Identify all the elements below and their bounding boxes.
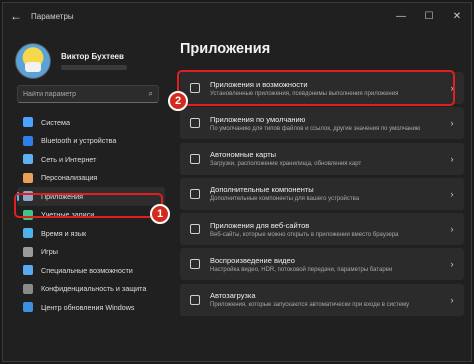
- search-box[interactable]: ⌕: [17, 85, 159, 103]
- startup-icon: [190, 294, 200, 305]
- chevron-right-icon: ›: [450, 294, 454, 305]
- sidebar-item-label: Игры: [41, 247, 58, 257]
- sidebar-item[interactable]: Bluetooth и устройства: [17, 132, 165, 151]
- maximize-button[interactable]: ☐: [415, 3, 443, 29]
- card-title: Автономные карты: [210, 150, 277, 160]
- app-title: Параметры: [31, 11, 74, 21]
- video-icon: [190, 259, 200, 270]
- settings-card[interactable]: Автономные карты Загрузки, расположение х…: [180, 142, 464, 175]
- card-subtitle: Веб-сайты, которые можно открыть в прило…: [210, 231, 399, 238]
- settings-card[interactable]: Дополнительные компоненты Дополнительные …: [180, 177, 464, 210]
- card-subtitle: Приложения, которые запускаются автомати…: [210, 302, 410, 309]
- card-text: Воспроизведение видео Настройка видео, HD…: [210, 256, 444, 273]
- sidebar-item[interactable]: Персонализация: [17, 169, 165, 188]
- sidebar-item[interactable]: Игры: [17, 243, 165, 262]
- card-text: Приложения по умолчанию По умолчанию для …: [210, 115, 444, 132]
- sidebar-item[interactable]: Система: [17, 113, 165, 132]
- settings-card[interactable]: Автозагрузка Приложения, которые запускаю…: [180, 283, 464, 316]
- sidebar-item-label: Время и язык: [41, 228, 87, 238]
- chevron-right-icon: ›: [450, 188, 454, 199]
- sidebar-item[interactable]: Центр обновления Windows: [17, 298, 165, 317]
- brush-icon: [23, 172, 33, 183]
- bluetooth-icon: [23, 135, 33, 146]
- wifi-icon: [23, 154, 33, 165]
- card-title: Приложения по умолчанию: [210, 114, 306, 124]
- step-badge-1: 1: [150, 204, 170, 224]
- minimize-button[interactable]: —: [387, 3, 415, 29]
- card-title: Воспроизведение видео: [210, 255, 295, 265]
- sidebar-item-label: Центр обновления Windows: [41, 302, 135, 312]
- card-text: Приложения для веб-сайтов Веб-сайты, кото…: [210, 221, 444, 238]
- card-title: Дополнительные компоненты: [210, 185, 314, 195]
- sidebar-item[interactable]: Время и язык: [17, 224, 165, 243]
- update-icon: [23, 302, 33, 313]
- map-icon: [190, 153, 200, 164]
- sidebar-item-label: Bluetooth и устройства: [41, 136, 117, 146]
- card-subtitle: Настройка видео, HDR, потоковой передачи…: [210, 266, 393, 273]
- sidebar-item[interactable]: Сеть и Интернет: [17, 150, 165, 169]
- settings-card[interactable]: Воспроизведение видео Настройка видео, HD…: [180, 248, 464, 281]
- globe-icon: [23, 228, 33, 239]
- close-button[interactable]: ✕: [443, 3, 471, 29]
- settings-card[interactable]: Приложения для веб-сайтов Веб-сайты, кото…: [180, 213, 464, 246]
- profile-name: Виктор Бухтеев: [61, 52, 124, 61]
- components-icon: [190, 188, 200, 199]
- window-controls: — ☐ ✕: [387, 3, 471, 29]
- profile-email-redacted: [61, 65, 127, 70]
- sidebar-item-label: Система: [41, 117, 70, 127]
- accessibility-icon: [23, 265, 33, 276]
- back-button[interactable]: ←: [3, 3, 29, 29]
- highlight-apps-nav: [14, 193, 163, 218]
- sidebar-item-label: Персонализация: [41, 173, 98, 183]
- avatar: [15, 43, 51, 79]
- chevron-right-icon: ›: [450, 259, 454, 270]
- shield-icon: [23, 283, 33, 294]
- sidebar-item[interactable]: Специальные возможности: [17, 261, 165, 280]
- sidebar-item-label: Конфиденциальность и защита: [41, 284, 147, 294]
- card-subtitle: По умолчанию для типов файлов и ссылок, …: [210, 125, 421, 132]
- card-text: Дополнительные компоненты Дополнительные …: [210, 185, 444, 202]
- search-icon[interactable]: ⌕: [149, 89, 153, 99]
- settings-card-list: Приложения и возможности Установленные пр…: [180, 72, 464, 319]
- sidebar-item-label: Сеть и Интернет: [41, 154, 97, 164]
- settings-window: ← Параметры — ☐ ✕ Виктор Бухтеев ⌕ Систе…: [2, 2, 472, 362]
- card-text: Автономные карты Загрузки, расположение х…: [210, 150, 444, 167]
- card-title: Приложения для веб-сайтов: [210, 220, 310, 230]
- chevron-right-icon: ›: [450, 118, 454, 129]
- gamepad-icon: [23, 246, 33, 257]
- settings-card[interactable]: Приложения по умолчанию По умолчанию для …: [180, 107, 464, 140]
- sidebar-item[interactable]: Конфиденциальность и защита: [17, 280, 165, 299]
- card-subtitle: Загрузки, расположение хранилища, обновл…: [210, 161, 362, 168]
- step-badge-2: 2: [168, 91, 188, 111]
- page-title: Приложения: [180, 41, 271, 57]
- search-input[interactable]: [23, 90, 149, 98]
- card-subtitle: Дополнительные компоненты для вашего уст…: [210, 196, 360, 203]
- default-apps-icon: [190, 118, 200, 129]
- web-apps-icon: [190, 224, 200, 235]
- title-bar: ← Параметры — ☐ ✕: [3, 3, 471, 29]
- card-text: Автозагрузка Приложения, которые запускаю…: [210, 291, 444, 308]
- card-title: Автозагрузка: [210, 291, 256, 301]
- user-profile[interactable]: Виктор Бухтеев: [15, 43, 127, 79]
- monitor-icon: [23, 117, 33, 128]
- highlight-apps-features: [177, 70, 455, 106]
- sidebar-item-label: Специальные возможности: [41, 265, 133, 275]
- chevron-right-icon: ›: [450, 153, 454, 164]
- chevron-right-icon: ›: [450, 224, 454, 235]
